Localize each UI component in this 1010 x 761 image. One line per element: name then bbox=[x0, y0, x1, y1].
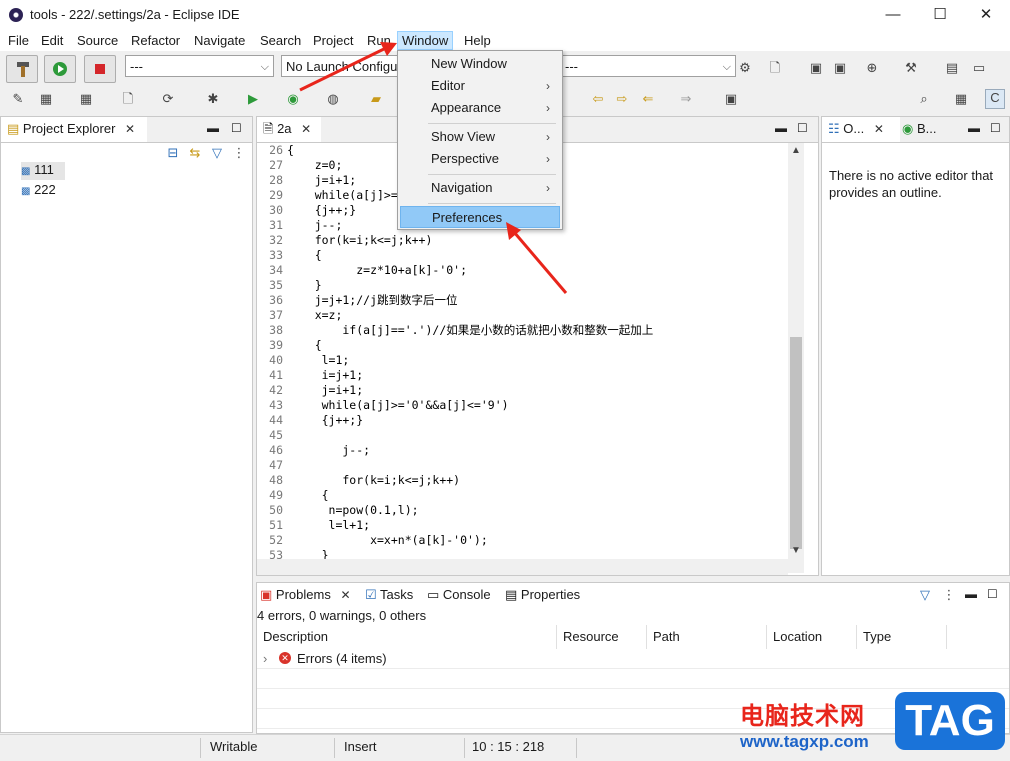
watermark-url: www.tagxp.com bbox=[740, 732, 869, 751]
arrow-to-window-menu bbox=[299, 42, 397, 92]
watermark-text: 电脑技术网 bbox=[740, 703, 865, 730]
arrow-to-preferences bbox=[506, 222, 568, 294]
watermark-tag-logo: TAG bbox=[895, 692, 1005, 750]
annotation-arrows bbox=[299, 42, 568, 294]
